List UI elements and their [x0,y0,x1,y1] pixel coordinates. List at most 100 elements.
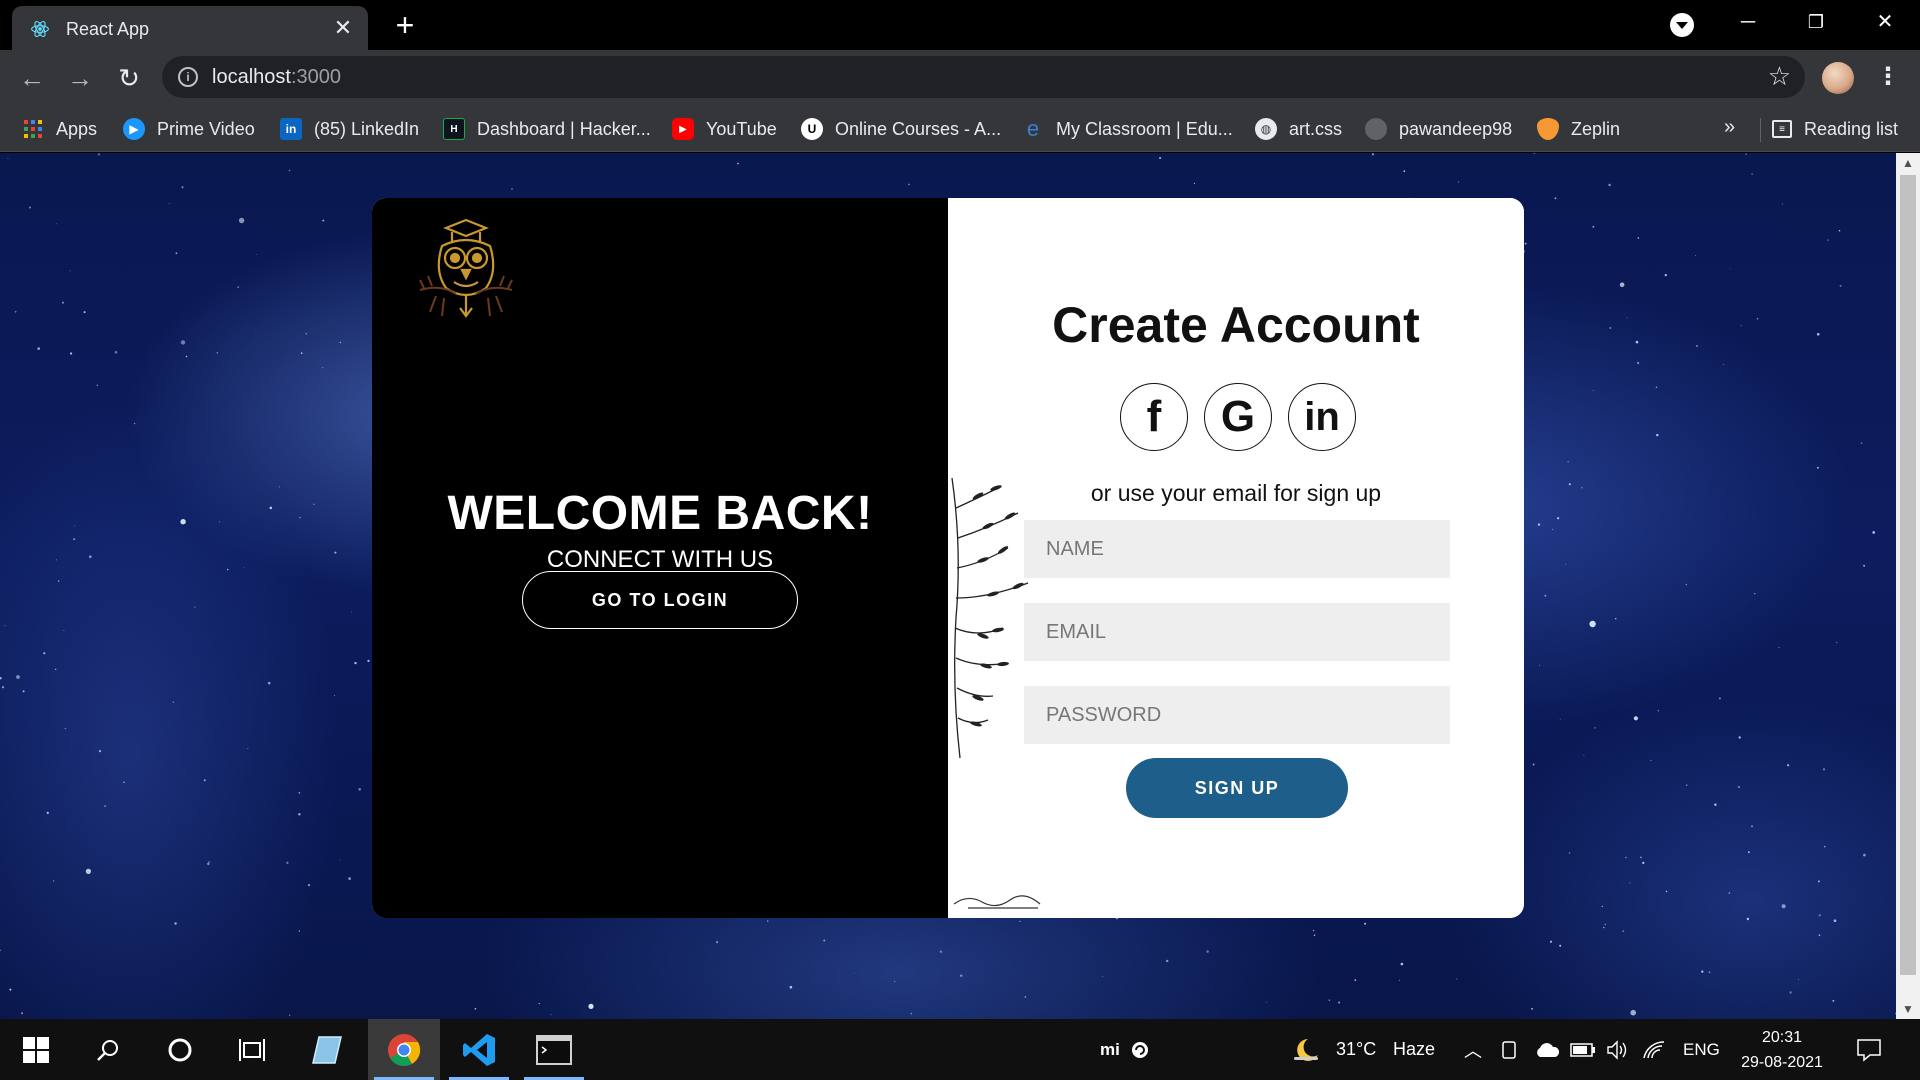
facebook-icon[interactable]: f [1120,383,1188,451]
hackerrank-icon: H [443,118,465,140]
react-icon [31,21,49,37]
bookmark-label: Zeplin [1571,118,1621,139]
connect-subtitle: CONNECT WITH US [546,546,774,573]
windows-taskbar: mi 31°C Haze ︿ ENG 20:31 29-08-2021 [0,1019,1920,1080]
welcome-heading: WELCOME BACK! [447,487,873,540]
scroll-down-arrow-icon[interactable]: ▼ [1896,999,1920,1019]
url-port: :3000 [290,66,341,88]
bookmark-zeplin[interactable]: Zeplin [1537,106,1620,152]
bookmark-artcss[interactable]: ◍ art.css [1255,106,1342,152]
bookmark-label: Prime Video [157,118,255,139]
chrome-taskbar-icon[interactable] [368,1019,440,1080]
battery-icon[interactable] [1570,1019,1596,1080]
prime-video-icon: ▶ [123,118,145,140]
device-icon[interactable] [1500,1019,1518,1080]
bookmark-udemy[interactable]: U Online Courses - A... [801,106,1001,152]
cortana-icon[interactable] [144,1019,216,1080]
scroll-up-arrow-icon[interactable]: ▲ [1896,153,1920,173]
wifi-icon[interactable] [1642,1019,1666,1080]
bookmarks-bar: Apps ▶ Prime Video in (85) LinkedIn H Da… [0,106,1920,152]
tab-strip: React App ✕ + ─ ❐ ✕ [0,0,1920,50]
email-signup-hint: or use your email for sign up [1090,480,1382,506]
linkedin-icon[interactable]: in [1288,383,1356,451]
minimize-icon[interactable]: ─ [1725,4,1771,40]
mi-label[interactable]: mi [1100,1019,1120,1080]
clock-time: 20:31 [1761,1029,1803,1046]
reading-list-icon: ≡ [1772,120,1792,138]
close-tab-icon[interactable]: ✕ [330,15,356,41]
windows-start-icon[interactable] [0,1019,72,1080]
go-to-login-button[interactable]: GO TO LOGIN [522,571,798,629]
signup-card: WELCOME BACK! CONNECT WITH US GO TO LOGI… [372,198,1524,918]
page-viewport: WELCOME BACK! CONNECT WITH US GO TO LOGI… [0,153,1896,1019]
password-field[interactable] [1024,686,1450,744]
signup-panel: Create Account f G in or use your email … [948,198,1524,918]
browser-toolbar: ← → ↻ i localhost:3000 ☆ ⋮ [0,50,1920,106]
search-icon[interactable] [72,1019,144,1080]
volume-icon[interactable] [1606,1019,1630,1080]
back-icon[interactable]: ← [16,62,48,94]
bookmark-github[interactable]: pawandeep98 [1365,106,1512,152]
sync-icon[interactable] [1131,1019,1149,1080]
sign-up-button[interactable]: SIGN UP [1126,758,1348,818]
social-login-group: f G in [1120,383,1360,453]
create-account-heading: Create Account [1052,297,1420,353]
site-info-icon[interactable]: i [178,67,198,87]
name-field[interactable] [1024,520,1450,578]
system-clock[interactable]: 20:31 29-08-2021 [1722,1025,1842,1075]
url-host: localhost [212,66,291,88]
weather-moon-icon[interactable] [1290,1019,1322,1080]
more-bookmarks-icon[interactable]: » [1724,116,1735,139]
bookmark-edureka[interactable]: e My Classroom | Edu... [1022,106,1233,152]
linkedin-icon: in [280,118,302,140]
close-window-icon[interactable]: ✕ [1862,4,1908,40]
bookmarks-divider [1760,118,1761,142]
browser-menu-icon[interactable]: ⋮ [1876,62,1900,94]
youtube-icon: ▶ [672,118,694,140]
bookmark-apps[interactable]: Apps [22,106,97,152]
owl-logo [419,218,513,318]
bookmark-youtube[interactable]: ▶ YouTube [672,106,777,152]
reload-icon[interactable]: ↻ [113,62,145,94]
globe-icon: ◍ [1255,118,1277,140]
onedrive-cloud-icon[interactable] [1534,1019,1560,1080]
signature-doodle [953,895,1041,909]
welcome-panel: WELCOME BACK! CONNECT WITH US GO TO LOGI… [372,198,948,918]
forward-icon[interactable]: → [64,62,96,94]
chevron-up-icon[interactable]: ︿ [1464,1019,1482,1080]
new-tab-button[interactable]: + [390,9,420,41]
zeplin-icon [1537,118,1559,140]
bookmark-label: My Classroom | Edu... [1056,118,1233,139]
terminal-taskbar-icon[interactable] [518,1019,590,1080]
weather-description[interactable]: Haze [1393,1019,1435,1080]
edureka-icon: e [1026,116,1040,141]
vscode-taskbar-icon[interactable] [443,1019,515,1080]
tab-search-icon[interactable] [1670,13,1694,37]
bookmark-label: Apps [56,118,98,139]
google-icon[interactable]: G [1204,383,1272,451]
address-bar[interactable]: i localhost:3000 ☆ [162,56,1805,98]
clock-date: 29-08-2021 [1741,1054,1823,1071]
weather-temperature[interactable]: 31°C [1336,1019,1376,1080]
url-text[interactable]: localhost:3000 [212,66,341,89]
bookmark-prime-video[interactable]: ▶ Prime Video [123,106,255,152]
tab-title: React App [66,19,150,39]
browser-tab[interactable]: React App ✕ [12,6,368,50]
bookmark-label: YouTube [706,118,777,139]
bookmark-hackerrank[interactable]: H Dashboard | Hacker... [443,106,651,152]
language-indicator[interactable]: ENG [1683,1019,1720,1080]
restore-icon[interactable]: ❐ [1793,4,1839,40]
profile-avatar[interactable] [1822,62,1854,94]
email-field[interactable] [1024,603,1450,661]
github-icon [1365,118,1387,140]
page-scrollbar[interactable]: ▲ ▼ [1896,153,1920,1019]
bookmark-linkedin[interactable]: in (85) LinkedIn [280,106,419,152]
reading-list[interactable]: ≡ Reading list [1772,106,1898,152]
notifications-icon[interactable] [1856,1019,1882,1080]
scroll-thumb[interactable] [1900,175,1916,975]
paint-app-icon[interactable] [291,1019,363,1080]
udemy-icon: U [801,118,823,140]
task-view-icon[interactable] [216,1019,288,1080]
bookmark-star-icon[interactable]: ☆ [1768,61,1791,92]
bookmark-label: Dashboard | Hacker... [477,118,651,139]
